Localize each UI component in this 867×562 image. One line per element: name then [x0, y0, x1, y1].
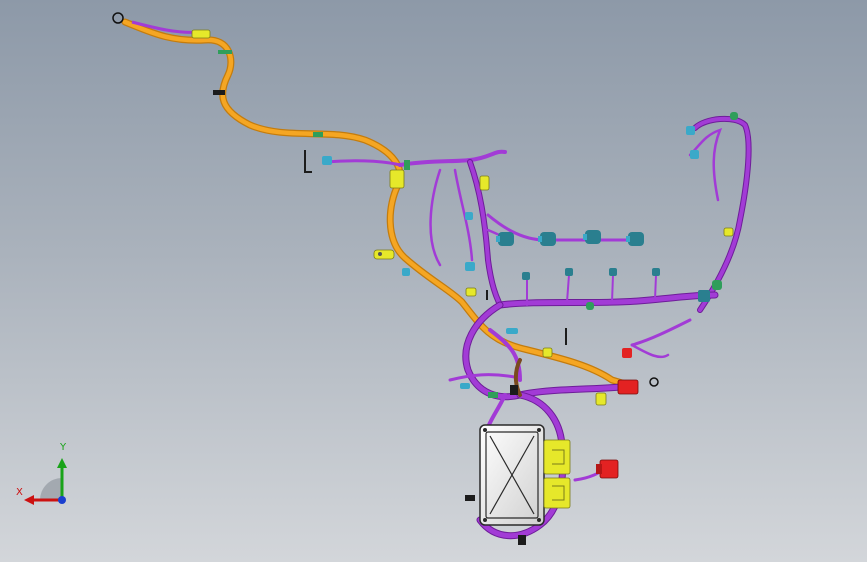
- connector-icon[interactable]: [522, 272, 530, 280]
- connector-icon[interactable]: [460, 383, 470, 389]
- axis-y-label: Y: [60, 442, 67, 453]
- connector-icon[interactable]: [402, 268, 410, 276]
- connector-icon[interactable]: [506, 328, 518, 334]
- connector-icon[interactable]: [565, 268, 573, 276]
- connector-icon[interactable]: [538, 232, 556, 246]
- connector-icon[interactable]: [596, 459, 619, 479]
- connector-icon[interactable]: [496, 232, 514, 246]
- harness-clip-icon[interactable]: [723, 227, 734, 237]
- connector-icon[interactable]: [652, 268, 660, 276]
- connector-icon[interactable]: [690, 150, 699, 159]
- bracket-group: [304, 150, 567, 345]
- harness-clip-icon[interactable]: [191, 29, 211, 39]
- ring-terminal-icon[interactable]: [112, 12, 124, 24]
- cad-viewport[interactable]: X Y: [0, 0, 867, 562]
- axis-triad-icon[interactable]: [24, 458, 67, 505]
- harness-clip-icon[interactable]: [542, 347, 553, 358]
- clip-group[interactable]: [191, 29, 734, 406]
- connector-icon[interactable]: [617, 379, 639, 395]
- connector-icon[interactable]: [465, 262, 475, 271]
- connector-icon[interactable]: [698, 290, 710, 302]
- connector-icon[interactable]: [322, 156, 332, 165]
- main-trunk[interactable]: [121, 18, 636, 390]
- harness-clip-icon[interactable]: [389, 169, 405, 189]
- connector-icon[interactable]: [583, 230, 601, 244]
- connector-icon[interactable]: [686, 126, 695, 135]
- axis-x-label: X: [16, 487, 23, 498]
- wire-harness-model[interactable]: [0, 0, 867, 562]
- connector-icon[interactable]: [622, 348, 632, 358]
- ring-terminal-icon[interactable]: [649, 377, 659, 387]
- connector-icon[interactable]: [465, 212, 473, 220]
- harness-clip-icon[interactable]: [595, 392, 607, 406]
- harness-clip-icon[interactable]: [373, 249, 395, 260]
- red-connector-group[interactable]: [112, 12, 659, 479]
- harness-clip-icon[interactable]: [465, 287, 477, 297]
- connector-icon[interactable]: [626, 232, 644, 246]
- harness-clip-icon[interactable]: [479, 175, 490, 191]
- connector-icon[interactable]: [609, 268, 617, 276]
